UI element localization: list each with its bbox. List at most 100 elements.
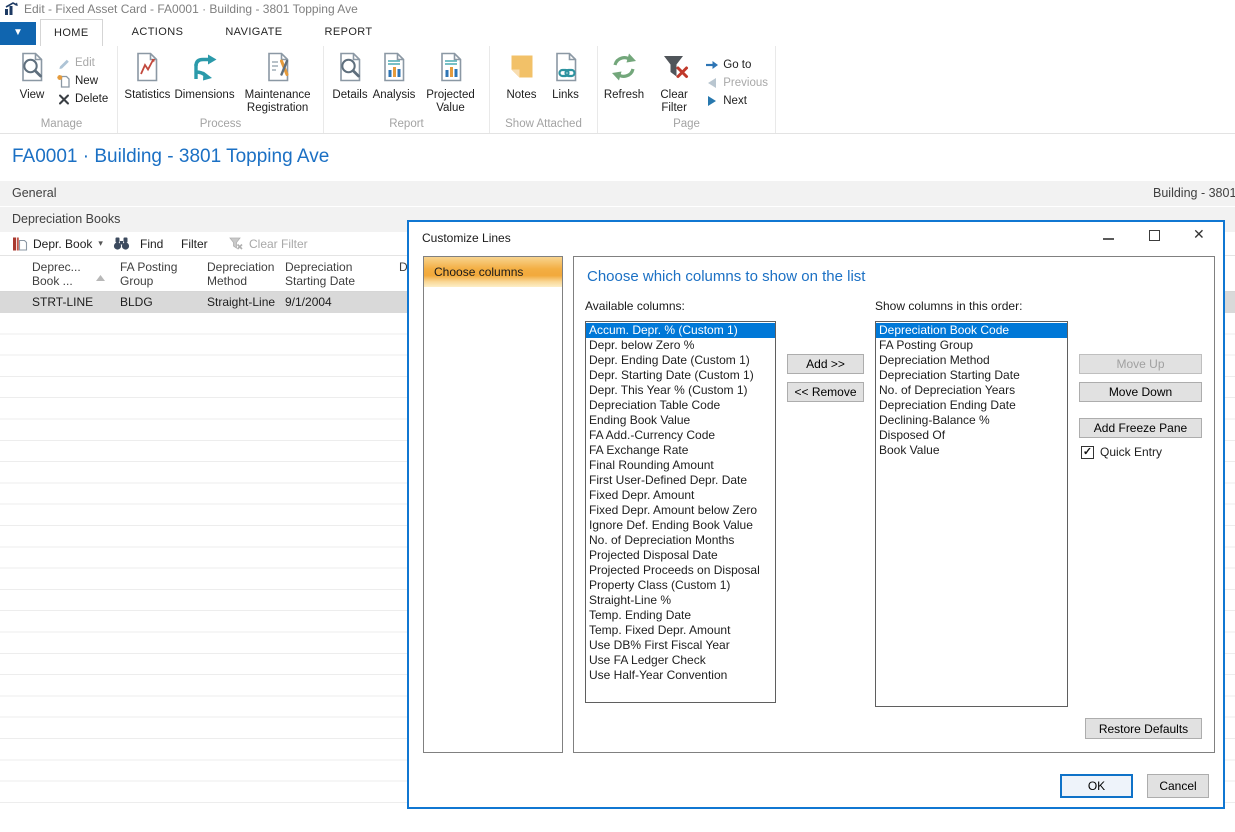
list-item[interactable]: Projected Proceeds on Disposal bbox=[586, 563, 775, 578]
maintenance-registration-button[interactable]: Maintenance Registration bbox=[236, 48, 319, 115]
group-label-report: Report bbox=[328, 117, 485, 133]
list-item[interactable]: Depreciation Table Code bbox=[586, 398, 775, 413]
list-item[interactable]: Depr. Starting Date (Custom 1) bbox=[586, 368, 775, 383]
list-item[interactable]: Straight-Line % bbox=[586, 593, 775, 608]
projected-value-button[interactable]: Projected Value bbox=[416, 48, 485, 115]
ok-button[interactable]: OK bbox=[1060, 774, 1133, 798]
add-freeze-pane-button[interactable]: Add Freeze Pane bbox=[1079, 418, 1202, 438]
list-item[interactable]: Projected Disposal Date bbox=[586, 548, 775, 563]
column-header-depreciation-starting-date[interactable]: DepreciationStarting Date bbox=[285, 260, 355, 288]
move-down-button[interactable]: Move Down bbox=[1079, 382, 1202, 402]
section-general[interactable]: General Building - 3801 T bbox=[0, 181, 1235, 206]
show-columns-label: Show columns in this order: bbox=[875, 299, 1022, 313]
list-item[interactable]: Use FA Ledger Check bbox=[586, 653, 775, 668]
document-magnifier-icon bbox=[16, 51, 48, 86]
list-item[interactable]: Depr. This Year % (Custom 1) bbox=[586, 383, 775, 398]
chain-link-document-icon bbox=[550, 51, 582, 86]
bar-chart-document-icon bbox=[378, 51, 410, 86]
list-item[interactable]: Depr. Ending Date (Custom 1) bbox=[586, 353, 775, 368]
available-columns-listbox[interactable]: Accum. Depr. % (Custom 1) Depr. below Ze… bbox=[585, 321, 776, 703]
list-item[interactable]: FA Exchange Rate bbox=[586, 443, 775, 458]
list-item[interactable]: Accum. Depr. % (Custom 1) bbox=[586, 323, 775, 338]
group-label-page: Page bbox=[602, 117, 771, 133]
list-item[interactable]: Use Half-Year Convention bbox=[586, 668, 775, 683]
cancel-button[interactable]: Cancel bbox=[1147, 774, 1209, 798]
list-item[interactable]: Depreciation Starting Date bbox=[876, 368, 1067, 383]
clear-filter-toolbar-button[interactable]: Clear Filter bbox=[228, 232, 308, 255]
next-button[interactable]: Next bbox=[702, 92, 771, 110]
list-item[interactable]: Fixed Depr. Amount bbox=[586, 488, 775, 503]
clear-filter-toolbar-label: Clear Filter bbox=[249, 237, 308, 251]
tab-report[interactable]: REPORT bbox=[312, 19, 386, 47]
delete-button-label: Delete bbox=[75, 93, 108, 105]
delete-button[interactable]: Delete bbox=[54, 90, 111, 108]
notes-button[interactable]: Notes bbox=[500, 48, 544, 102]
tab-choose-columns[interactable]: Choose columns bbox=[424, 257, 562, 287]
refresh-button-label: Refresh bbox=[604, 89, 644, 102]
clear-filter-button[interactable]: Clear Filter bbox=[646, 48, 702, 115]
tab-home[interactable]: HOME bbox=[40, 19, 103, 47]
analysis-button[interactable]: Analysis bbox=[372, 48, 416, 102]
maximize-icon[interactable] bbox=[1149, 230, 1160, 241]
funnel-x-icon bbox=[658, 51, 690, 86]
list-item[interactable]: FA Add.-Currency Code bbox=[586, 428, 775, 443]
list-item[interactable]: No. of Depreciation Months bbox=[586, 533, 775, 548]
list-item[interactable]: Temp. Ending Date bbox=[586, 608, 775, 623]
backstage-menu-button[interactable]: ▼ bbox=[0, 22, 36, 45]
cell-fa-posting-group: BLDG bbox=[120, 295, 153, 309]
ribbon-group-page: Refresh Clear Filter Go to Previous bbox=[598, 46, 776, 133]
view-button[interactable]: View bbox=[10, 48, 54, 102]
list-item[interactable]: Temp. Fixed Depr. Amount bbox=[586, 623, 775, 638]
goto-button[interactable]: Go to bbox=[702, 56, 771, 74]
depr-book-menu-button[interactable]: Depr. Book ▾ bbox=[12, 232, 103, 255]
previous-button[interactable]: Previous bbox=[702, 74, 771, 92]
tab-navigate[interactable]: NAVIGATE bbox=[212, 19, 295, 47]
links-button-label: Links bbox=[552, 89, 579, 102]
list-item[interactable]: Fixed Depr. Amount below Zero bbox=[586, 503, 775, 518]
list-item[interactable]: Book Value bbox=[876, 443, 1067, 458]
list-item[interactable]: Ending Book Value bbox=[586, 413, 775, 428]
edit-button[interactable]: Edit bbox=[54, 54, 111, 72]
list-item[interactable]: First User-Defined Depr. Date bbox=[586, 473, 775, 488]
new-button[interactable]: New bbox=[54, 72, 111, 90]
dialog-main-panel: Choose which columns to show on the list… bbox=[573, 256, 1215, 753]
dimensions-button[interactable]: Dimensions bbox=[173, 48, 236, 102]
list-item[interactable]: Disposed Of bbox=[876, 428, 1067, 443]
list-item[interactable]: Depr. below Zero % bbox=[586, 338, 775, 353]
list-item[interactable]: Ignore Def. Ending Book Value bbox=[586, 518, 775, 533]
close-icon[interactable]: ✕ bbox=[1193, 226, 1205, 243]
links-button[interactable]: Links bbox=[544, 48, 588, 102]
find-button[interactable]: Find bbox=[113, 232, 163, 255]
column-header-depreciation-method[interactable]: DepreciationMethod bbox=[207, 260, 274, 288]
statistics-button[interactable]: Statistics bbox=[122, 48, 173, 102]
analysis-button-label: Analysis bbox=[373, 89, 416, 102]
list-item[interactable]: Property Class (Custom 1) bbox=[586, 578, 775, 593]
restore-defaults-button[interactable]: Restore Defaults bbox=[1085, 718, 1202, 739]
list-item[interactable]: Declining-Balance % bbox=[876, 413, 1067, 428]
list-item[interactable]: Use DB% First Fiscal Year bbox=[586, 638, 775, 653]
section-depreciation-books-label: Depreciation Books bbox=[12, 207, 120, 232]
list-item[interactable]: FA Posting Group bbox=[876, 338, 1067, 353]
list-item[interactable]: Depreciation Ending Date bbox=[876, 398, 1067, 413]
group-label-manage: Manage bbox=[10, 117, 113, 133]
filter-button[interactable]: Filter bbox=[181, 232, 208, 255]
filter-label: Filter bbox=[181, 237, 208, 251]
list-item[interactable]: Depreciation Method bbox=[876, 353, 1067, 368]
bar-chart-document-icon bbox=[435, 51, 467, 86]
show-columns-listbox[interactable]: Depreciation Book Code FA Posting Group … bbox=[875, 321, 1068, 707]
refresh-button[interactable]: Refresh bbox=[602, 48, 646, 102]
list-item[interactable]: Depreciation Book Code bbox=[876, 323, 1067, 338]
list-item[interactable]: No. of Depreciation Years bbox=[876, 383, 1067, 398]
remove-button[interactable]: << Remove bbox=[787, 382, 864, 402]
minimize-icon[interactable] bbox=[1103, 238, 1114, 240]
move-up-button[interactable]: Move Up bbox=[1079, 354, 1202, 374]
details-button[interactable]: Details bbox=[328, 48, 372, 102]
list-item[interactable]: Final Rounding Amount bbox=[586, 458, 775, 473]
tab-actions[interactable]: ACTIONS bbox=[119, 19, 197, 47]
column-header-depr-book[interactable]: Deprec...Book ... bbox=[32, 260, 81, 288]
add-button[interactable]: Add >> bbox=[787, 354, 864, 374]
right-arrow-icon bbox=[705, 58, 719, 72]
ribbon-group-show-attached: Notes Links Show Attached bbox=[490, 46, 598, 133]
quick-entry-checkbox[interactable]: ✓ bbox=[1081, 446, 1094, 459]
column-header-fa-posting-group[interactable]: FA PostingGroup bbox=[120, 260, 177, 288]
